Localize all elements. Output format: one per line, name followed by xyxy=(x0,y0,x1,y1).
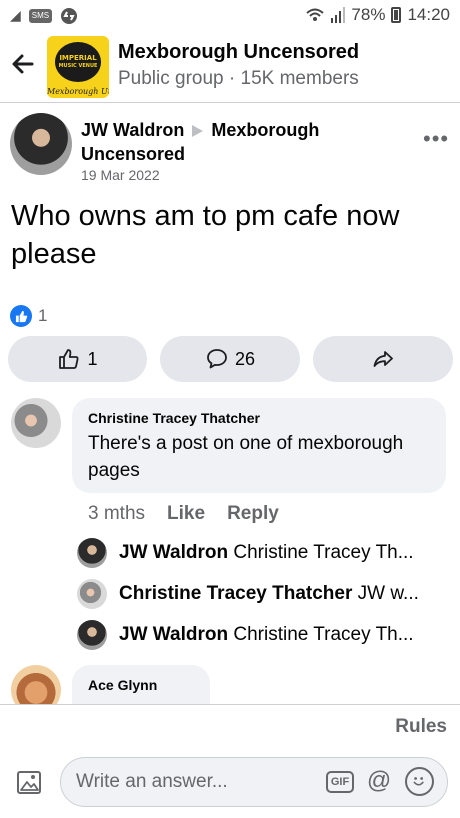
more-options-button[interactable]: ••• xyxy=(423,126,449,152)
wifi-icon xyxy=(306,8,325,21)
commenter-avatar[interactable] xyxy=(11,398,61,448)
mention-button[interactable]: @ xyxy=(364,766,394,796)
comment-count: 26 xyxy=(234,348,256,369)
triangle-right-icon xyxy=(192,125,204,138)
sms-box-icon: SMS xyxy=(28,9,53,23)
like-reaction-icon xyxy=(10,305,32,327)
gif-button[interactable]: GIF xyxy=(326,771,354,793)
like-count: 1 xyxy=(87,348,98,369)
battery-icon xyxy=(391,7,402,23)
reaction-count: 1 xyxy=(38,306,48,325)
post-text: Who owns am to pm cafe now please xyxy=(11,200,400,270)
share-button[interactable] xyxy=(313,336,453,382)
reply-author: JW Waldron xyxy=(119,542,229,563)
emoji-icon[interactable] xyxy=(405,767,434,796)
logo-title: IMPERIAL xyxy=(59,54,97,62)
commenter-name[interactable]: Ace Glynn xyxy=(88,677,157,693)
status-right: 78% 14:20 xyxy=(305,5,450,25)
group-logo[interactable]: IMPERIAL MUSIC VENUE Mexborough Uncens xyxy=(47,36,109,98)
reply-author: Christine Tracey Thatcher xyxy=(119,583,353,604)
group-name[interactable]: Mexborough Uncensored xyxy=(118,41,359,64)
reply-avatar xyxy=(77,620,107,650)
share-arrow-icon xyxy=(373,351,393,367)
author-name[interactable]: JW Waldron xyxy=(81,120,184,140)
reply-author: JW Waldron xyxy=(119,624,229,645)
thumbs-up-icon xyxy=(59,349,79,369)
shazam-icon xyxy=(61,8,78,24)
post-author-line: JW Waldron Mexborough Uncensored xyxy=(81,118,381,166)
rules-link[interactable]: Rules xyxy=(395,716,447,738)
photo-icon[interactable] xyxy=(13,766,45,798)
author-avatar[interactable] xyxy=(10,113,72,175)
logo-subtitle: MUSIC VENUE xyxy=(58,63,98,69)
header-divider xyxy=(0,102,460,103)
commenter-name[interactable]: Christine Tracey Thatcher xyxy=(88,410,260,426)
comment-meta: 3 mths Like Reply xyxy=(88,503,279,525)
comment-like-button[interactable]: Like xyxy=(167,503,205,525)
back-arrow-icon[interactable] xyxy=(8,49,38,79)
reply-row[interactable]: JW Waldron Christine Tracey Th... xyxy=(77,538,414,568)
reply-avatar xyxy=(77,538,107,568)
post-date[interactable]: 19 Mar 2022 xyxy=(81,167,160,183)
like-button[interactable]: 1 xyxy=(8,336,147,382)
comment-age: 3 mths xyxy=(88,503,146,524)
clock: 14:20 xyxy=(407,5,450,24)
reply-preview: JW w... xyxy=(357,583,419,604)
status-bar: ◢ SMS 78% 14:20 xyxy=(0,0,460,32)
cell-signal-icon xyxy=(331,7,346,23)
reply-preview: Christine Tracey Th... xyxy=(233,624,414,645)
reaction-summary[interactable]: 1 xyxy=(10,305,47,327)
comment-button[interactable]: 26 xyxy=(160,336,300,382)
status-left: ◢ SMS xyxy=(10,7,78,25)
signal-icon: ◢ xyxy=(10,8,21,24)
answer-input[interactable] xyxy=(76,771,316,793)
group-meta: Public group · 15K members xyxy=(118,68,359,89)
comment-text: There's a post on one of mexborough page… xyxy=(88,433,404,481)
battery-percent: 78% xyxy=(351,5,386,24)
reply-preview: Christine Tracey Th... xyxy=(233,542,414,563)
reply-avatar xyxy=(77,579,107,609)
reply-row[interactable]: Christine Tracey Thatcher JW w... xyxy=(77,579,419,609)
logo-script: Mexborough Uncens xyxy=(47,87,109,96)
reply-row[interactable]: JW Waldron Christine Tracey Th... xyxy=(77,620,414,650)
comment-reply-button[interactable]: Reply xyxy=(227,503,279,525)
logo-disc: IMPERIAL MUSIC VENUE xyxy=(55,42,101,82)
comment-bubble-icon xyxy=(207,349,227,369)
